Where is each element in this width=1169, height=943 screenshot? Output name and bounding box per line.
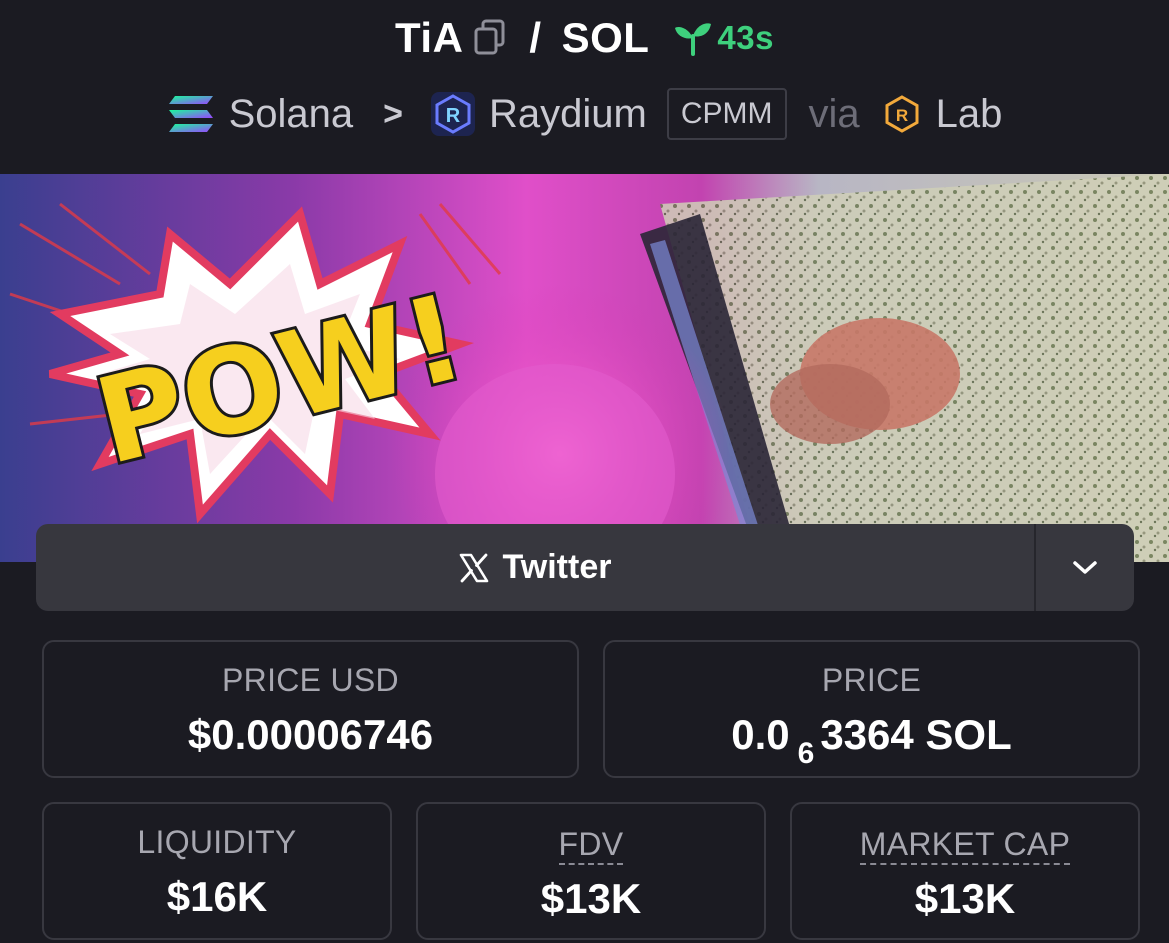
launchpad-link[interactable]: Lab xyxy=(936,92,1003,137)
price-native-prefix: 0.0 xyxy=(731,711,790,758)
pair-age: 43s xyxy=(673,19,774,57)
twitter-button[interactable]: Twitter xyxy=(36,524,1034,611)
solana-icon xyxy=(168,96,213,132)
price-native-value: 0.0 6 3364 SOL xyxy=(731,711,1012,770)
breadcrumb-chevron-icon: > xyxy=(383,94,404,133)
pair-age-value: 43s xyxy=(717,19,774,56)
raydium-lab-icon: R xyxy=(885,95,919,133)
fdv-label[interactable]: FDV xyxy=(558,826,624,865)
dex-link[interactable]: Raydium xyxy=(489,92,647,137)
price-usd-value: $0.00006746 xyxy=(187,711,434,758)
twitter-label: Twitter xyxy=(502,548,612,586)
price-native-zero-count: 6 xyxy=(797,737,815,770)
price-native-suffix: 3364 SOL xyxy=(820,711,1012,758)
market-cap-label[interactable]: MARKET CAP xyxy=(859,826,1071,865)
banner-artwork: POW! xyxy=(0,174,1169,562)
pair-header: TiA / SOL 43s Solana > R Raydium CPMM vi… xyxy=(0,0,1169,174)
liquidity-card: LIQUIDITY $16K xyxy=(42,802,392,940)
base-token-symbol: TiA xyxy=(395,14,464,61)
price-usd-label: PRICE USD xyxy=(222,662,399,698)
liquidity-value: $16K xyxy=(166,873,268,920)
price-usd-card: PRICE USD $0.00006746 xyxy=(42,640,579,778)
via-label: via xyxy=(808,91,860,136)
raydium-icon: R xyxy=(431,92,476,136)
pair-separator: / xyxy=(529,14,542,61)
fdv-label-wrap: FDV xyxy=(558,826,624,865)
chain-link[interactable]: Solana xyxy=(229,92,354,137)
liquidity-label: LIQUIDITY xyxy=(137,824,297,860)
more-links-toggle[interactable] xyxy=(1036,524,1134,611)
fdv-card[interactable]: FDV $13K xyxy=(416,802,766,940)
market-cap-card[interactable]: MARKET CAP $13K xyxy=(790,802,1140,940)
social-links-bar: Twitter xyxy=(36,524,1134,611)
chevron-down-icon xyxy=(1073,560,1097,574)
market-cap-label-wrap: MARKET CAP xyxy=(859,826,1071,865)
price-native-label: PRICE xyxy=(821,662,922,698)
svg-text:R: R xyxy=(446,105,461,127)
breadcrumb: Solana > R Raydium CPMM via R Lab xyxy=(0,88,1169,140)
fdv-value: $13K xyxy=(540,875,642,922)
token-banner-image: POW! xyxy=(0,174,1169,562)
copy-icon[interactable] xyxy=(473,19,507,57)
svg-text:R: R xyxy=(896,106,908,125)
x-icon xyxy=(459,553,488,582)
pair-title: TiA / SOL 43s xyxy=(0,14,1169,62)
market-cap-value: $13K xyxy=(914,875,1016,922)
price-native-card: PRICE 0.0 6 3364 SOL xyxy=(603,640,1140,778)
quote-token-symbol: SOL xyxy=(561,14,650,61)
sprout-icon xyxy=(675,23,712,56)
pool-type-badge: CPMM xyxy=(666,88,787,140)
